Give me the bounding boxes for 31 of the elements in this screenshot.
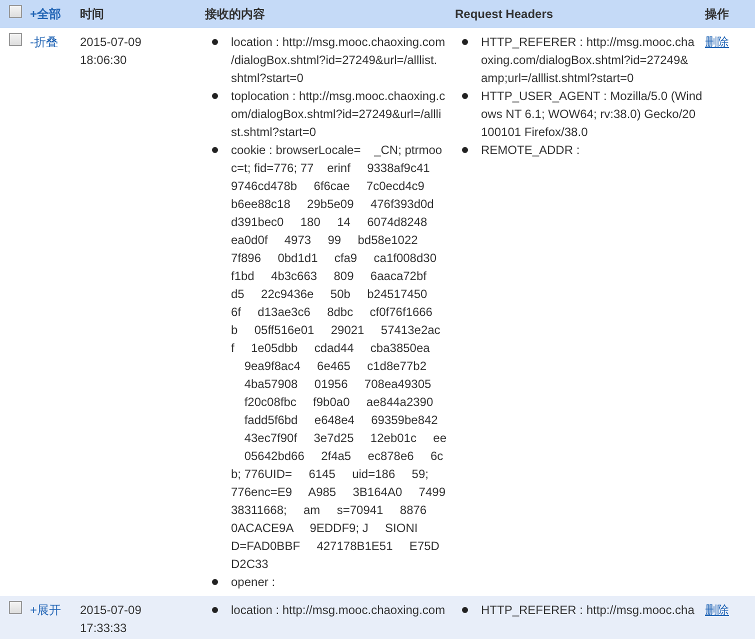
bullet-icon (462, 93, 468, 99)
bullet-icon (212, 39, 218, 45)
header-item: HTTP_USER_AGENT : Mozilla/5.0 (Wind ows NT 6.1; WOW64; rv:38.0) Gecko/20 100101 Firefox/38.0 (481, 88, 704, 141)
content-item: location : http://msg.mooc.chaoxing.com (231, 602, 446, 619)
expand-link[interactable]: +展开 (30, 603, 62, 617)
checkbox[interactable] (9, 601, 22, 614)
bullet-icon (212, 93, 218, 99)
expand-all-link[interactable]: +全部 (30, 7, 62, 21)
bullet-icon (462, 39, 468, 45)
bullet-icon (462, 147, 468, 153)
collapse-link[interactable]: -折叠 (30, 35, 58, 49)
checkbox[interactable] (9, 5, 22, 18)
time-text: 17:33:33 (80, 620, 128, 637)
column-header: 接收的内容 (205, 7, 265, 21)
delete-link[interactable]: 删除 (705, 603, 729, 617)
content-item: opener : (231, 574, 276, 591)
column-header: 操作 (705, 7, 729, 21)
column-header: 时间 (80, 7, 104, 21)
bullet-icon (212, 607, 218, 613)
time-text: 18:06:30 (80, 52, 128, 69)
header-item: REMOTE_ADDR : (481, 142, 581, 159)
date-text: 2015-07-09 (80, 602, 142, 619)
bullet-icon (212, 579, 218, 585)
header-item: HTTP_REFERER : http://msg.mooc.cha oxing.com/dialogBox.shtml?id=27249& amp;url=/alllist.shtml?start=0 (481, 34, 696, 87)
column-header: Request Headers (455, 7, 554, 21)
checkbox[interactable] (9, 33, 22, 46)
delete-link[interactable]: 删除 (705, 35, 729, 49)
header-item: HTTP_REFERER : http://msg.mooc.cha (481, 602, 696, 619)
bullet-icon (212, 147, 218, 153)
date-text: 2015-07-09 (80, 34, 142, 51)
bullet-icon (462, 607, 468, 613)
